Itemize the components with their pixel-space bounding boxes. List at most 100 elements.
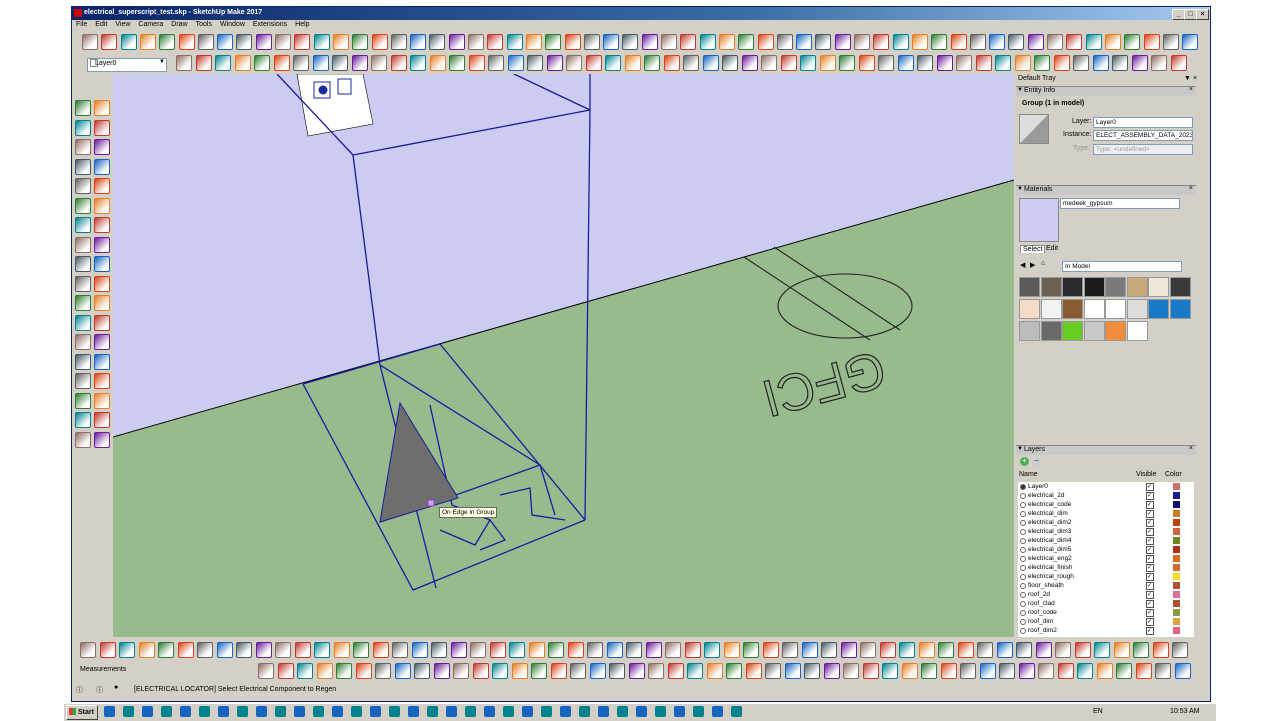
layer-row[interactable]: electrical_dim2 ✓ xyxy=(1018,518,1194,527)
taskbar-app-12-icon[interactable] xyxy=(313,706,324,717)
layer-row[interactable]: floor_sheath ✓ xyxy=(1018,581,1194,590)
tool-11-icon[interactable] xyxy=(371,55,387,71)
tool-26-icon[interactable] xyxy=(745,663,762,679)
tool-51-icon[interactable] xyxy=(1055,642,1071,658)
tool-38-icon[interactable] xyxy=(801,642,818,658)
tool-52-icon[interactable] xyxy=(1066,34,1083,50)
tool-12-icon[interactable] xyxy=(294,34,311,50)
active-layer-radio[interactable] xyxy=(1020,484,1026,490)
tool-28-icon[interactable] xyxy=(702,55,719,71)
tool-30-icon[interactable] xyxy=(823,663,840,679)
tool-25-icon[interactable] xyxy=(644,55,660,71)
tool-29-icon[interactable] xyxy=(722,55,738,71)
active-layer-radio[interactable] xyxy=(1020,547,1026,553)
taskbar-app-21-icon[interactable] xyxy=(484,706,495,717)
material-swatch[interactable] xyxy=(1083,299,1105,319)
tool-21-icon[interactable] xyxy=(648,663,664,679)
tool-42-icon[interactable] xyxy=(879,642,896,658)
active-layer-radio[interactable] xyxy=(1020,574,1026,580)
layer-color-swatch[interactable] xyxy=(1173,501,1180,508)
tool-13-icon[interactable] xyxy=(410,55,426,71)
tool-36-icon[interactable] xyxy=(762,642,779,658)
active-layer-radio[interactable] xyxy=(1020,601,1026,607)
3d-text-icon[interactable] xyxy=(94,334,110,350)
taskbar-app-28-icon[interactable] xyxy=(617,706,628,717)
start-button[interactable]: Start xyxy=(66,705,98,720)
tool-15-icon[interactable] xyxy=(531,663,547,679)
tool-2-icon[interactable] xyxy=(195,55,212,71)
tool-46-icon[interactable] xyxy=(1053,55,1070,71)
tool-33-icon[interactable] xyxy=(699,34,716,50)
active-layer-radio[interactable] xyxy=(1020,628,1026,634)
layer-visible-checkbox[interactable]: ✓ xyxy=(1146,510,1154,518)
arc-icon[interactable] xyxy=(75,197,91,214)
taskbar-app-11-icon[interactable] xyxy=(294,706,305,717)
tool-34-icon[interactable] xyxy=(819,55,836,71)
layer-color-swatch[interactable] xyxy=(1173,627,1180,634)
tool-55-icon[interactable] xyxy=(1124,34,1141,50)
close-icon[interactable]: × xyxy=(1189,86,1193,93)
tool-56-icon[interactable] xyxy=(1143,34,1160,50)
tool-49-icon[interactable] xyxy=(1112,55,1128,71)
tool-4-icon[interactable] xyxy=(316,663,333,679)
tool-7-icon[interactable] xyxy=(197,642,213,658)
active-layer-radio[interactable] xyxy=(1020,583,1026,589)
layer-row[interactable]: electrical_code ✓ xyxy=(1018,500,1194,509)
tool-39-icon[interactable] xyxy=(821,642,837,658)
tape-measure-icon[interactable] xyxy=(75,295,91,311)
tool-18-icon[interactable] xyxy=(507,55,524,71)
tab-edit[interactable]: Edit xyxy=(1044,245,1060,252)
tool-41-icon[interactable] xyxy=(956,55,972,71)
tool-17-icon[interactable] xyxy=(392,642,408,658)
layer-visible-checkbox[interactable]: ✓ xyxy=(1146,528,1154,536)
tool-21-icon[interactable] xyxy=(468,34,484,50)
tool-25-icon[interactable] xyxy=(545,34,562,50)
layer-visible-checkbox[interactable]: ✓ xyxy=(1146,519,1154,527)
layers-col-visible[interactable]: Visible xyxy=(1136,471,1157,478)
layer-visible-checkbox[interactable]: ✓ xyxy=(1146,483,1154,491)
layer-color-swatch[interactable] xyxy=(1173,555,1180,562)
tool-32-icon[interactable] xyxy=(680,34,697,50)
tool-32-icon[interactable] xyxy=(780,55,797,71)
material-swatch[interactable] xyxy=(1126,277,1148,297)
taskbar-app-10-icon[interactable] xyxy=(275,706,286,717)
tool-25-icon[interactable] xyxy=(726,663,742,679)
tool-3-icon[interactable] xyxy=(297,663,313,679)
menu-file[interactable]: File xyxy=(72,20,91,28)
tool-30-icon[interactable] xyxy=(641,34,658,50)
tool-45-icon[interactable] xyxy=(1116,663,1132,679)
tool-1-icon[interactable] xyxy=(80,642,96,658)
tool-43-icon[interactable] xyxy=(995,55,1011,71)
layer-visible-checkbox[interactable]: ✓ xyxy=(1146,600,1154,608)
tool-8-icon[interactable] xyxy=(394,663,411,679)
material-swatch[interactable] xyxy=(1169,277,1191,297)
tool-57-icon[interactable] xyxy=(1172,642,1188,658)
layer-visible-checkbox[interactable]: ✓ xyxy=(1146,609,1154,617)
forward-arrow-icon[interactable]: ▶ xyxy=(1030,261,1035,269)
position-camera-icon[interactable] xyxy=(75,431,91,448)
tool-47-icon[interactable] xyxy=(977,642,993,658)
material-swatch[interactable] xyxy=(1019,321,1040,341)
layer-row[interactable]: electrical_rough ✓ xyxy=(1018,572,1194,581)
component-icon[interactable] xyxy=(94,100,110,116)
tool-6-icon[interactable] xyxy=(355,663,372,679)
tool-1-icon[interactable] xyxy=(82,34,98,50)
tool-10-icon[interactable] xyxy=(255,642,272,658)
tool-24-icon[interactable] xyxy=(624,55,641,71)
tool-44-icon[interactable] xyxy=(918,642,935,658)
layer-color-swatch[interactable] xyxy=(1173,600,1180,607)
layer-color-swatch[interactable] xyxy=(1173,519,1180,526)
tool-15-icon[interactable] xyxy=(449,55,465,71)
layer-visible-checkbox[interactable]: ✓ xyxy=(1146,591,1154,599)
tool-38-icon[interactable] xyxy=(897,55,914,71)
layer-color-swatch[interactable] xyxy=(1173,573,1180,580)
line-icon[interactable] xyxy=(75,139,91,155)
tool-4-icon[interactable] xyxy=(234,55,251,71)
layer-visible-checkbox[interactable]: ✓ xyxy=(1146,546,1154,554)
tool-18-icon[interactable] xyxy=(410,34,427,50)
dimension-icon[interactable] xyxy=(75,334,91,350)
tool-21-icon[interactable] xyxy=(566,55,582,71)
tool-43-icon[interactable] xyxy=(899,642,915,658)
orbit-icon[interactable] xyxy=(75,353,91,370)
entity-info-header[interactable]: ▼ Entity Info × xyxy=(1016,86,1196,96)
